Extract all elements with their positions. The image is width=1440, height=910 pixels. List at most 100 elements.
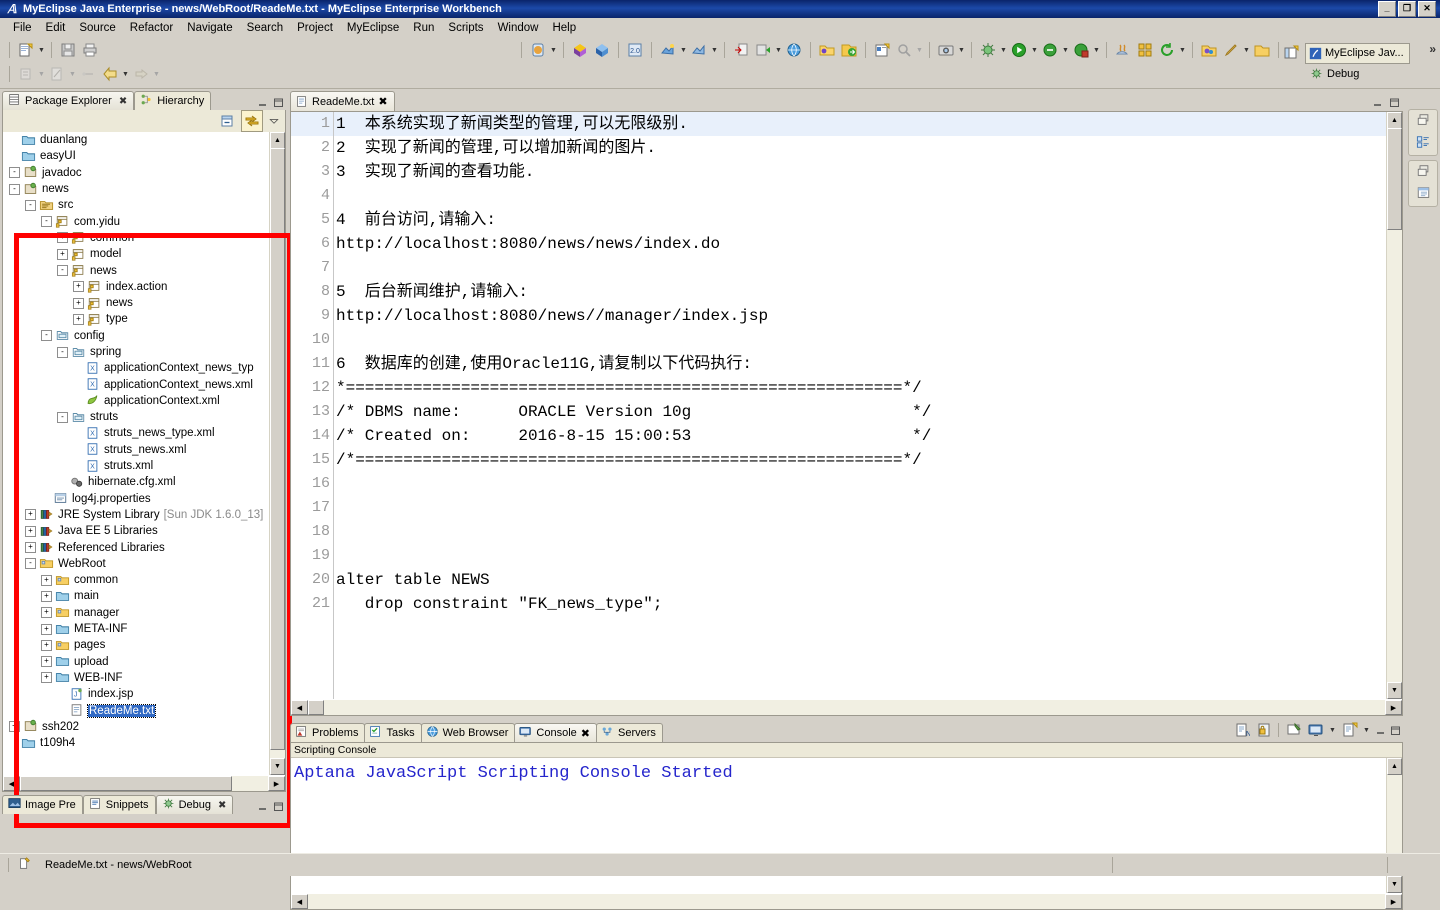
external-tools-dropdown-icon[interactable]: ▼ <box>1061 40 1070 60</box>
tree-vertical-scrollbar[interactable]: ▲ ▼ <box>269 132 285 775</box>
code-line[interactable]: alter table NEWS <box>334 568 1386 592</box>
tree-item[interactable]: -config <box>3 328 269 344</box>
scroll-right-arrow-icon[interactable]: ▶ <box>1385 894 1402 909</box>
minimize-button[interactable]: _ <box>1378 1 1396 17</box>
run-server-button[interactable] <box>753 40 773 60</box>
tree-item[interactable]: Jindex.jsp <box>3 686 269 702</box>
run-server-dropdown-icon[interactable]: ▼ <box>774 40 783 60</box>
view-menu-icon[interactable] <box>267 111 281 131</box>
editor-horizontal-scrollbar[interactable]: ◀ ▶ <box>291 700 1402 715</box>
expand-icon[interactable]: + <box>41 575 52 586</box>
open-folder-button[interactable] <box>817 40 837 60</box>
menu-item-myeclipse[interactable]: MyEclipse <box>340 20 406 36</box>
next-annotation-button[interactable] <box>47 64 67 84</box>
code-line[interactable] <box>334 472 1386 496</box>
collapse-icon[interactable]: - <box>41 216 52 227</box>
console-hscroll-track[interactable] <box>308 894 1385 909</box>
tree-item[interactable]: XapplicationContext_news_typ <box>3 360 269 376</box>
code-line[interactable]: 5 后台新闻维护,请输入: <box>334 280 1386 304</box>
editor-tab-buttons[interactable] <box>1371 97 1400 108</box>
tree-item[interactable]: -WebRoot <box>3 556 269 572</box>
code-line[interactable]: *=======================================… <box>334 376 1386 400</box>
expand-icon[interactable]: + <box>41 607 52 618</box>
new-html-button[interactable] <box>689 40 709 60</box>
tree-item[interactable]: -spring <box>3 344 269 360</box>
tree-item[interactable]: +model <box>3 246 269 262</box>
search-button[interactable] <box>894 40 914 60</box>
tree-item[interactable]: +Java EE 5 Libraries <box>3 523 269 539</box>
code-line[interactable]: /*======================================… <box>334 448 1386 472</box>
tree-item[interactable]: -javadoc <box>3 165 269 181</box>
tab-debug[interactable]: Debug✖ <box>156 795 234 814</box>
run-dropdown-icon[interactable]: ▼ <box>1030 40 1039 60</box>
code-line[interactable] <box>334 496 1386 520</box>
tree-item[interactable]: Xstruts.xml <box>3 458 269 474</box>
web-browser-button[interactable] <box>784 40 804 60</box>
run-config-dropdown-icon[interactable]: ▼ <box>1092 40 1101 60</box>
tree-item[interactable]: -src <box>3 197 269 213</box>
minimize-console-icon[interactable] <box>1374 725 1386 736</box>
tree-item[interactable]: easyUI <box>3 148 269 164</box>
close-icon[interactable]: ✖ <box>119 96 127 107</box>
tree-item[interactable]: +index.action <box>3 279 269 295</box>
close-icon[interactable]: ✖ <box>378 95 387 108</box>
menu-item-help[interactable]: Help <box>545 20 583 36</box>
tree-item[interactable]: +common <box>3 230 269 246</box>
save-button[interactable] <box>58 40 78 60</box>
forward-button[interactable] <box>131 64 151 84</box>
display-console-dropdown-icon[interactable]: ▼ <box>1328 720 1337 740</box>
console-horizontal-scrollbar[interactable]: ◀ ▶ <box>291 894 1402 909</box>
collapse-all-icon[interactable] <box>217 111 237 131</box>
tab-tasks[interactable]: Tasks <box>364 723 421 742</box>
new-element-dropdown-icon[interactable]: ▼ <box>37 64 46 84</box>
myeclipse-db-button[interactable] <box>528 40 548 60</box>
tab-hierarchy[interactable]: Hierarchy <box>134 91 211 110</box>
menu-item-file[interactable]: File <box>6 20 39 36</box>
scroll-down-arrow-icon[interactable]: ▼ <box>1387 682 1402 699</box>
maximize-view-icon[interactable] <box>272 801 284 812</box>
code-line[interactable]: /* Created on: 2016-8-15 15:00:53 */ <box>334 424 1386 448</box>
menu-item-scripts[interactable]: Scripts <box>441 20 490 36</box>
new-package-button[interactable] <box>570 40 590 60</box>
collapse-icon[interactable]: - <box>41 330 52 341</box>
project-tree[interactable]: duanlangeasyUI-javadoc-news-src-com.yidu… <box>2 132 286 792</box>
menu-item-search[interactable]: Search <box>240 20 290 36</box>
tree-item[interactable]: +common <box>3 572 269 588</box>
editor-text-area[interactable]: 123456789101112131415161718192021 1 本系统实… <box>290 111 1403 716</box>
code-line[interactable]: http://localhost:8080/news//manager/inde… <box>334 304 1386 328</box>
code-line[interactable]: /* DBMS name: ORACLE Version 10g */ <box>334 400 1386 424</box>
clear-console-icon[interactable]: N <box>1233 722 1250 739</box>
tree-item[interactable]: +news <box>3 295 269 311</box>
expand-icon[interactable]: + <box>41 624 52 635</box>
code-line[interactable] <box>334 520 1386 544</box>
search-dropdown-icon[interactable]: ▼ <box>915 40 924 60</box>
display-console-icon[interactable] <box>1307 722 1324 739</box>
editor-code[interactable]: 1 本系统实现了新闻类型的管理,可以无限级别.2 实现了新闻的管理,可以增加新闻… <box>334 112 1386 699</box>
menu-item-window[interactable]: Window <box>491 20 546 36</box>
new-wizard-dropdown-icon[interactable]: ▼ <box>37 40 46 60</box>
forward-dropdown-icon[interactable]: ▼ <box>152 64 161 84</box>
svn-dropdown-icon[interactable]: ▼ <box>1178 40 1187 60</box>
scroll-down-arrow-icon[interactable]: ▼ <box>1387 876 1402 893</box>
console-output-panel[interactable]: Scripting Console Aptana JavaScript Scri… <box>290 742 1403 910</box>
left-view-tab-buttons[interactable] <box>256 801 284 812</box>
tab-problems[interactable]: Problems <box>290 723 365 742</box>
new-package-2-button[interactable] <box>1135 40 1155 60</box>
export-button[interactable] <box>839 40 859 60</box>
expand-icon[interactable]: + <box>41 672 52 683</box>
expand-icon[interactable]: + <box>73 281 84 292</box>
code-line[interactable]: http://localhost:8080/news/news/index.do <box>334 232 1386 256</box>
menu-item-run[interactable]: Run <box>406 20 441 36</box>
myeclipse-db-dropdown-icon[interactable]: ▼ <box>549 40 558 60</box>
run-config-button[interactable] <box>1071 40 1091 60</box>
back-button[interactable] <box>100 64 120 84</box>
menu-item-edit[interactable]: Edit <box>39 20 73 36</box>
minimize-view-icon[interactable] <box>256 97 268 108</box>
tree-item[interactable]: t109h4 <box>3 735 269 751</box>
collapse-icon[interactable]: - <box>9 167 20 178</box>
expand-icon[interactable]: + <box>41 640 52 651</box>
perspective-overflow-icon[interactable]: » <box>1429 42 1436 56</box>
restore-view-icon[interactable] <box>1416 164 1431 181</box>
scroll-down-arrow-icon[interactable]: ▼ <box>270 758 285 775</box>
collapse-icon[interactable]: - <box>25 558 36 569</box>
